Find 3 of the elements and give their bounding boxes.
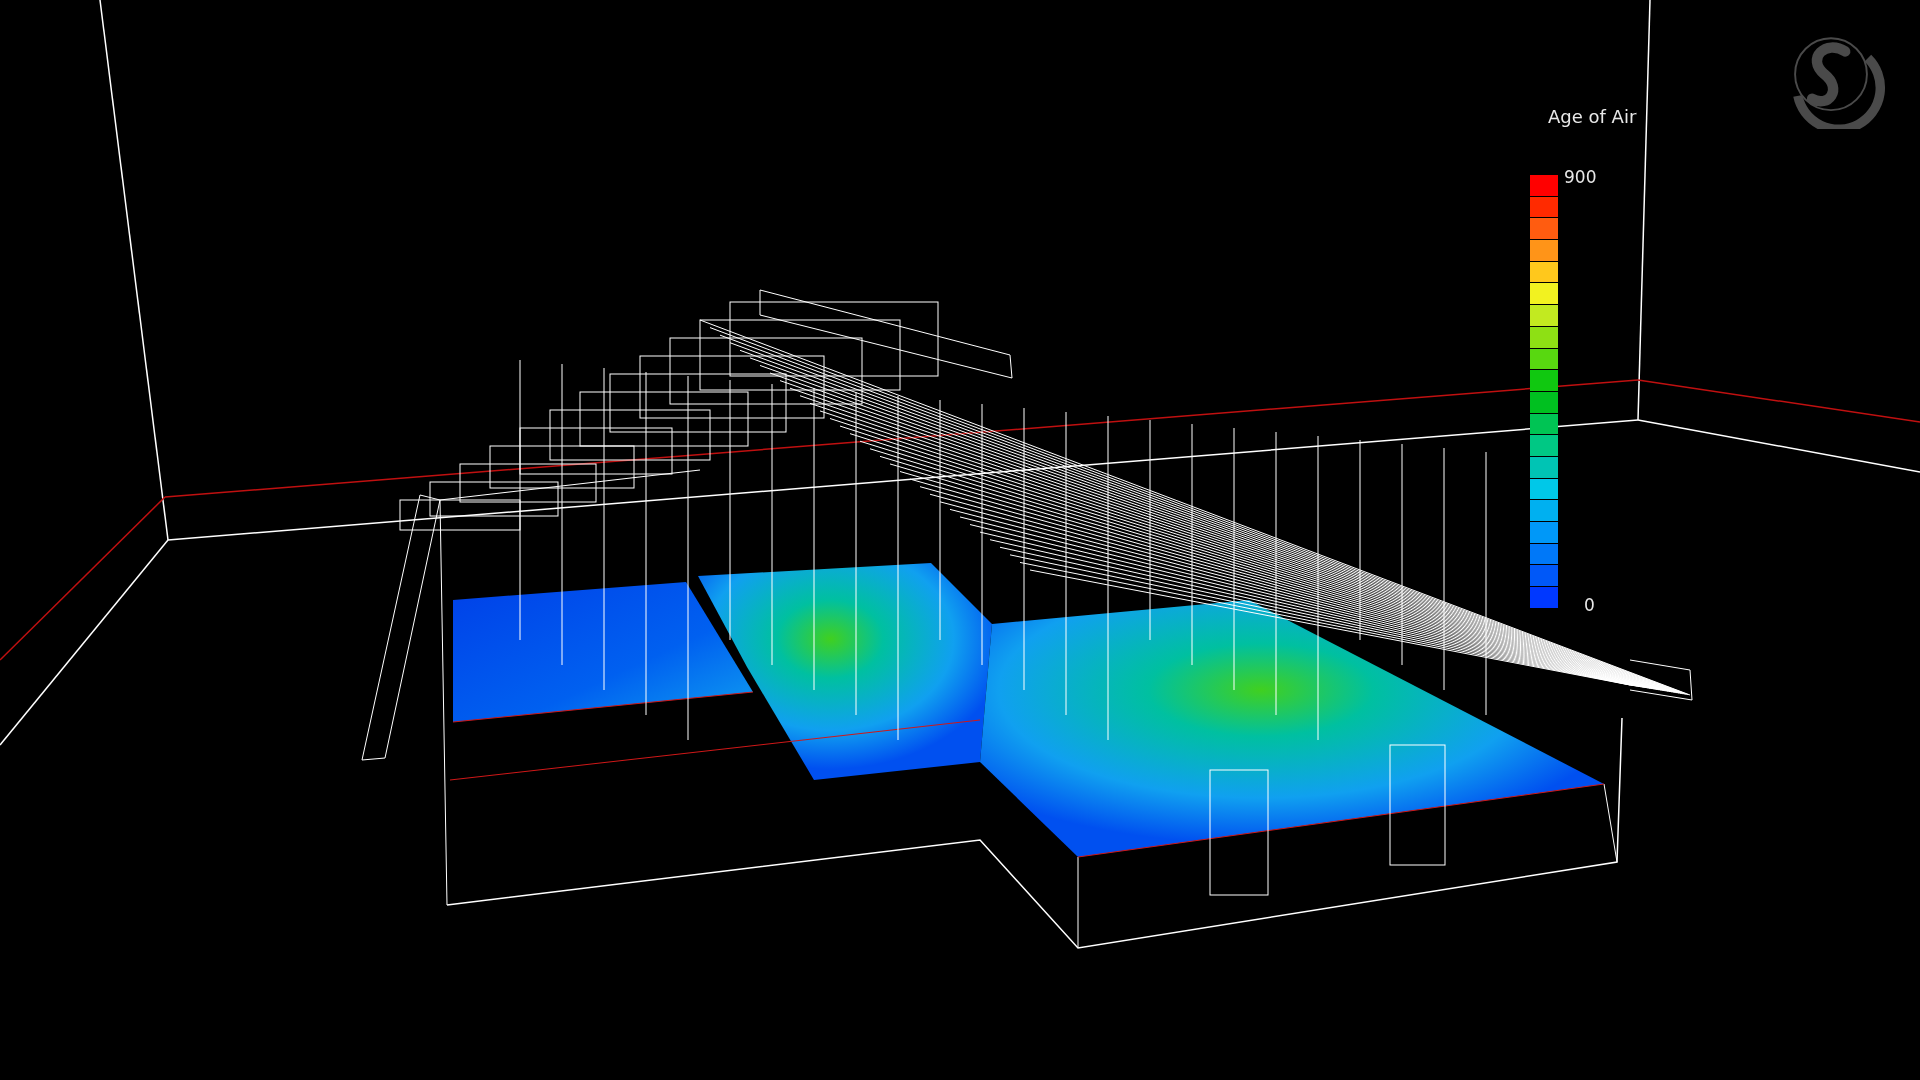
scale-max-label: 900 (1564, 167, 1597, 187)
scale-min-label: 0 (1584, 595, 1596, 615)
legend-title: Age of Air (1548, 106, 1637, 127)
